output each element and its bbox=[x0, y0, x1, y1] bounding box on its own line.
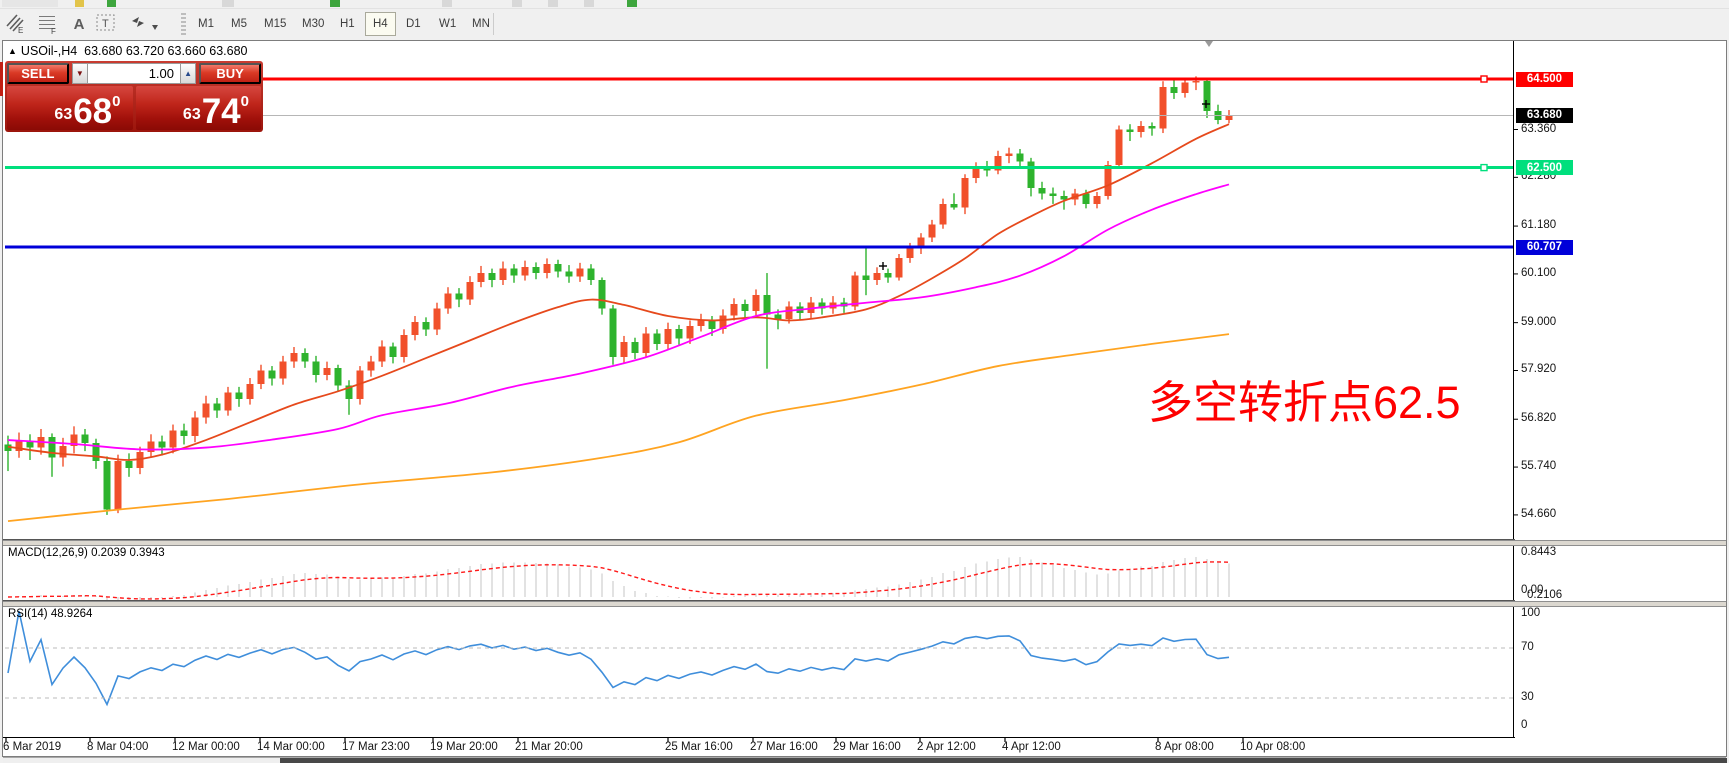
price-tick-label: 57.920 bbox=[1521, 363, 1556, 375]
price-tick-label: 60.100 bbox=[1521, 267, 1556, 279]
panel-edge-accent bbox=[0, 62, 3, 96]
price-tick-label: 61.180 bbox=[1521, 219, 1556, 231]
panel-splitter-macd[interactable] bbox=[3, 540, 1726, 546]
rsi-scale-label: 30 bbox=[1521, 691, 1534, 703]
price-tick-label: 59.000 bbox=[1521, 316, 1556, 328]
rsi-header: RSI(14) 48.9264 bbox=[8, 608, 92, 620]
price-tick-label: 54.660 bbox=[1521, 508, 1556, 520]
price-badge-64.500: 64.500 bbox=[1516, 72, 1573, 87]
time-axis-label: 17 Mar 23:00 bbox=[342, 741, 410, 753]
one-click-trading-panel: SELL ▼ ▲ BUY 63 68 0 63 74 0 bbox=[5, 61, 263, 132]
fast-ma bbox=[8, 124, 1229, 460]
chart-symbol-header: ▲ USOil-,H4 63.680 63.720 63.660 63.680 bbox=[8, 44, 248, 58]
mt4-application: E F A T M1M5M15M30H1H4D1W1MN ▲USOil-,H4 … bbox=[0, 0, 1729, 763]
time-axis-label: 27 Mar 16:00 bbox=[750, 741, 818, 753]
buy-price-main: 74 bbox=[202, 98, 241, 127]
sell-button[interactable]: SELL bbox=[7, 63, 69, 84]
buy-price-tile[interactable]: 63 74 0 bbox=[136, 86, 262, 130]
macd-scale-label: 0.2106 bbox=[1527, 589, 1562, 601]
price-badge-60.707: 60.707 bbox=[1516, 240, 1573, 255]
chart-shift-marker bbox=[1205, 41, 1213, 47]
price-badge-62.500: 62.500 bbox=[1516, 160, 1573, 175]
macd-scale-label: 0.8443 bbox=[1521, 546, 1556, 558]
volume-decrease-button[interactable]: ▼ bbox=[72, 63, 88, 84]
time-axis-label: 12 Mar 00:00 bbox=[172, 741, 240, 753]
time-axis-label: 8 Apr 08:00 bbox=[1155, 741, 1214, 753]
macd-header: MACD(12,26,9) 0.2039 0.3943 bbox=[8, 547, 165, 559]
volume-increase-button[interactable]: ▲ bbox=[180, 63, 196, 84]
collapse-arrow-icon[interactable]: ▲ bbox=[8, 46, 17, 56]
buy-price-prefix: 63 bbox=[183, 106, 201, 124]
buy-button[interactable]: BUY bbox=[199, 63, 261, 84]
sell-price-pip: 0 bbox=[112, 93, 120, 110]
rsi-scale-label: 0 bbox=[1521, 719, 1527, 731]
panel-splitter-rsi[interactable] bbox=[3, 601, 1726, 607]
volume-input[interactable] bbox=[88, 63, 180, 84]
time-axis-label: 21 Mar 20:00 bbox=[515, 741, 583, 753]
chinese-annotation-text: 多空转折点62.5 bbox=[1148, 366, 1461, 431]
price-badge-63.680: 63.680 bbox=[1516, 108, 1573, 123]
rsi-scale-label: 70 bbox=[1521, 641, 1534, 653]
price-tick-label: 55.740 bbox=[1521, 460, 1556, 472]
time-axis-label: 19 Mar 20:00 bbox=[430, 741, 498, 753]
time-axis-label: 14 Mar 00:00 bbox=[257, 741, 325, 753]
time-axis-label: 4 Apr 12:00 bbox=[1002, 741, 1061, 753]
price-tick-label: 63.360 bbox=[1521, 123, 1556, 135]
slow-ma bbox=[8, 334, 1229, 521]
macd-signal-line bbox=[8, 562, 1229, 599]
time-axis-label: 2 Apr 12:00 bbox=[917, 741, 976, 753]
rsi-scale-label: 100 bbox=[1521, 607, 1540, 619]
buy-price-pip: 0 bbox=[241, 93, 249, 110]
sell-price-main: 68 bbox=[73, 98, 112, 127]
mid-ma bbox=[8, 184, 1229, 449]
sell-price-prefix: 63 bbox=[54, 106, 72, 124]
sell-price-tile[interactable]: 63 68 0 bbox=[7, 86, 133, 130]
price-tick-label: 56.820 bbox=[1521, 412, 1556, 424]
time-axis-label: 25 Mar 16:00 bbox=[665, 741, 733, 753]
time-axis-label: 8 Mar 04:00 bbox=[87, 741, 148, 753]
time-axis-label: 10 Apr 08:00 bbox=[1240, 741, 1305, 753]
ohlc-values: 63.680 63.720 63.660 63.680 bbox=[84, 44, 247, 58]
time-axis-label: 29 Mar 16:00 bbox=[833, 741, 901, 753]
rsi-line bbox=[8, 611, 1229, 704]
time-axis-label: 6 Mar 2019 bbox=[3, 741, 61, 753]
horizontal-scrollbar-thumb[interactable] bbox=[280, 758, 1727, 763]
symbol-label: USOil-,H4 bbox=[21, 44, 77, 58]
